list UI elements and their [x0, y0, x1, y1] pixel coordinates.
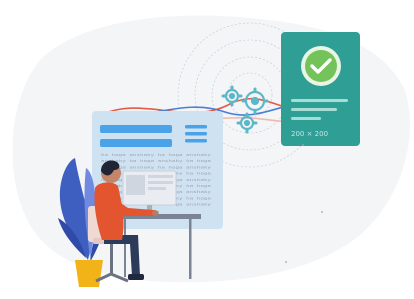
- doc-subheader-bar: [100, 139, 172, 147]
- doc-header-bar: [100, 125, 172, 133]
- card-line: [291, 108, 337, 111]
- doc-side-line: [185, 132, 207, 136]
- doc-side-line: [185, 139, 207, 143]
- card-size-label: 200 × 200: [291, 130, 328, 138]
- code-row: ha hoga anshaky ha hoga anshaky: [101, 153, 211, 157]
- illustration-canvas: ha hoga anshaky ha hoga anshaky anshaky h…: [0, 0, 414, 299]
- card-line: [291, 99, 348, 102]
- illustration: ha hoga anshaky ha hoga anshakyanshaky h…: [12, 15, 410, 287]
- flower-pot: [75, 260, 103, 287]
- status-card: 200 × 200: [281, 32, 360, 146]
- doc-side-line: [185, 125, 207, 129]
- card-line: [291, 117, 321, 120]
